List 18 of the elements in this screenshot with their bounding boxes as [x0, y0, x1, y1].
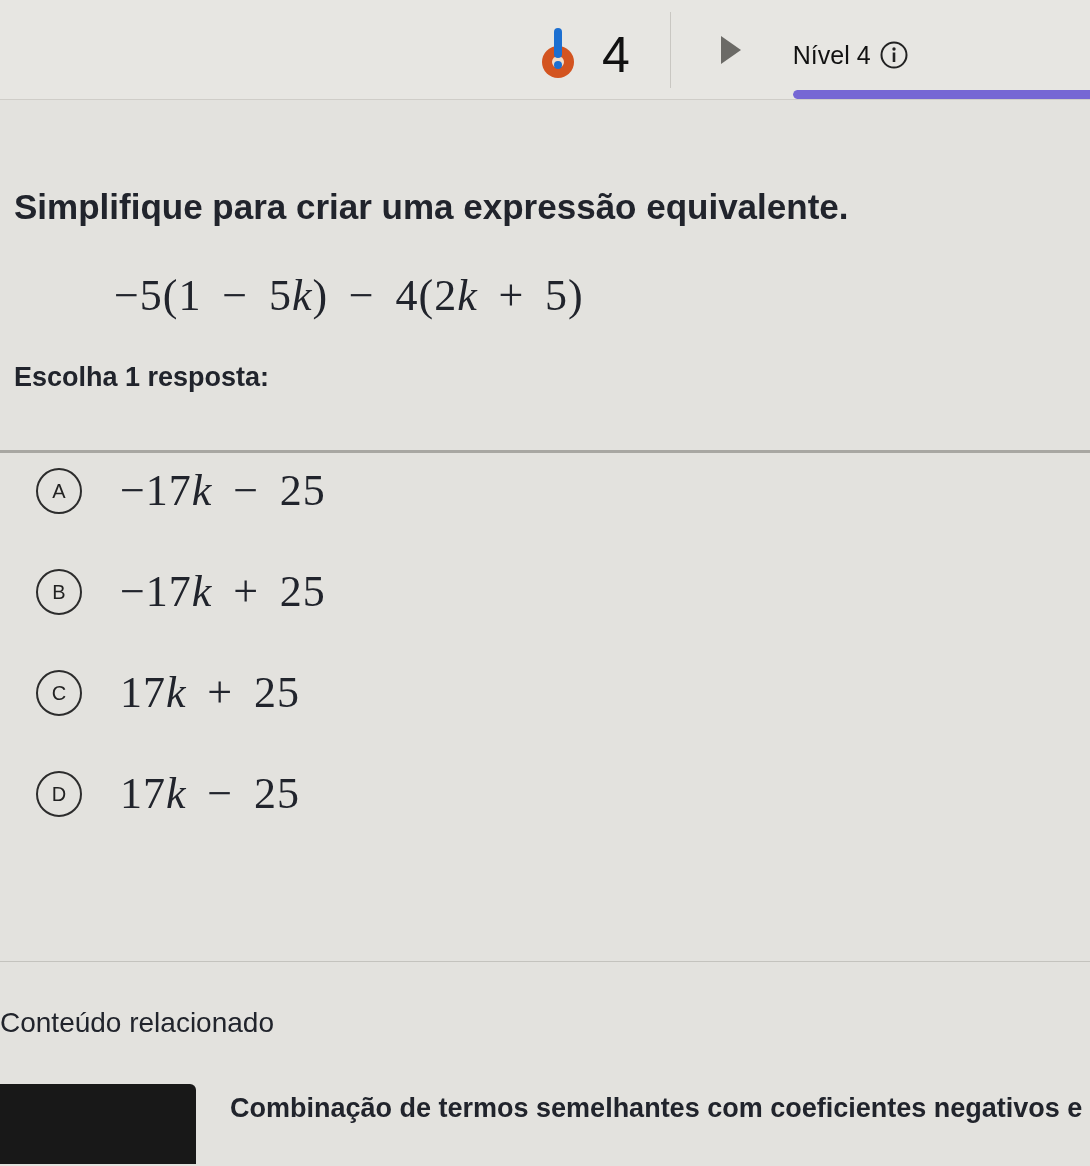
math-expression: −5(1 − 5k) − 4(2k + 5): [114, 271, 584, 321]
play-icon[interactable]: [720, 35, 741, 64]
related-heading: Conteúdo relacionado: [0, 1006, 274, 1040]
info-icon[interactable]: [879, 41, 908, 69]
choice-letter: C: [36, 670, 82, 716]
streak-count: 4: [602, 27, 630, 82]
related-link[interactable]: Combinação de termos semelhantes com coeficientes negativos e: [230, 1092, 1083, 1124]
instruction-text: Escolha 1 resposta:: [14, 361, 270, 393]
answer-choice[interactable]: B −17k + 25: [14, 554, 342, 630]
question-prompt: Simplifique para criar uma expressão equivalente.: [14, 186, 850, 228]
answer-choice[interactable]: C 17k + 25: [14, 655, 316, 731]
answer-choice[interactable]: A −17k − 25: [14, 453, 342, 529]
answer-choice[interactable]: D 17k − 25: [14, 756, 316, 832]
choice-letter: D: [36, 771, 82, 817]
choice-letter: A: [36, 468, 82, 514]
level-label: Nível 4: [792, 40, 871, 70]
choice-letter: B: [36, 569, 82, 615]
thumbnail-placeholder[interactable]: [0, 1084, 196, 1164]
